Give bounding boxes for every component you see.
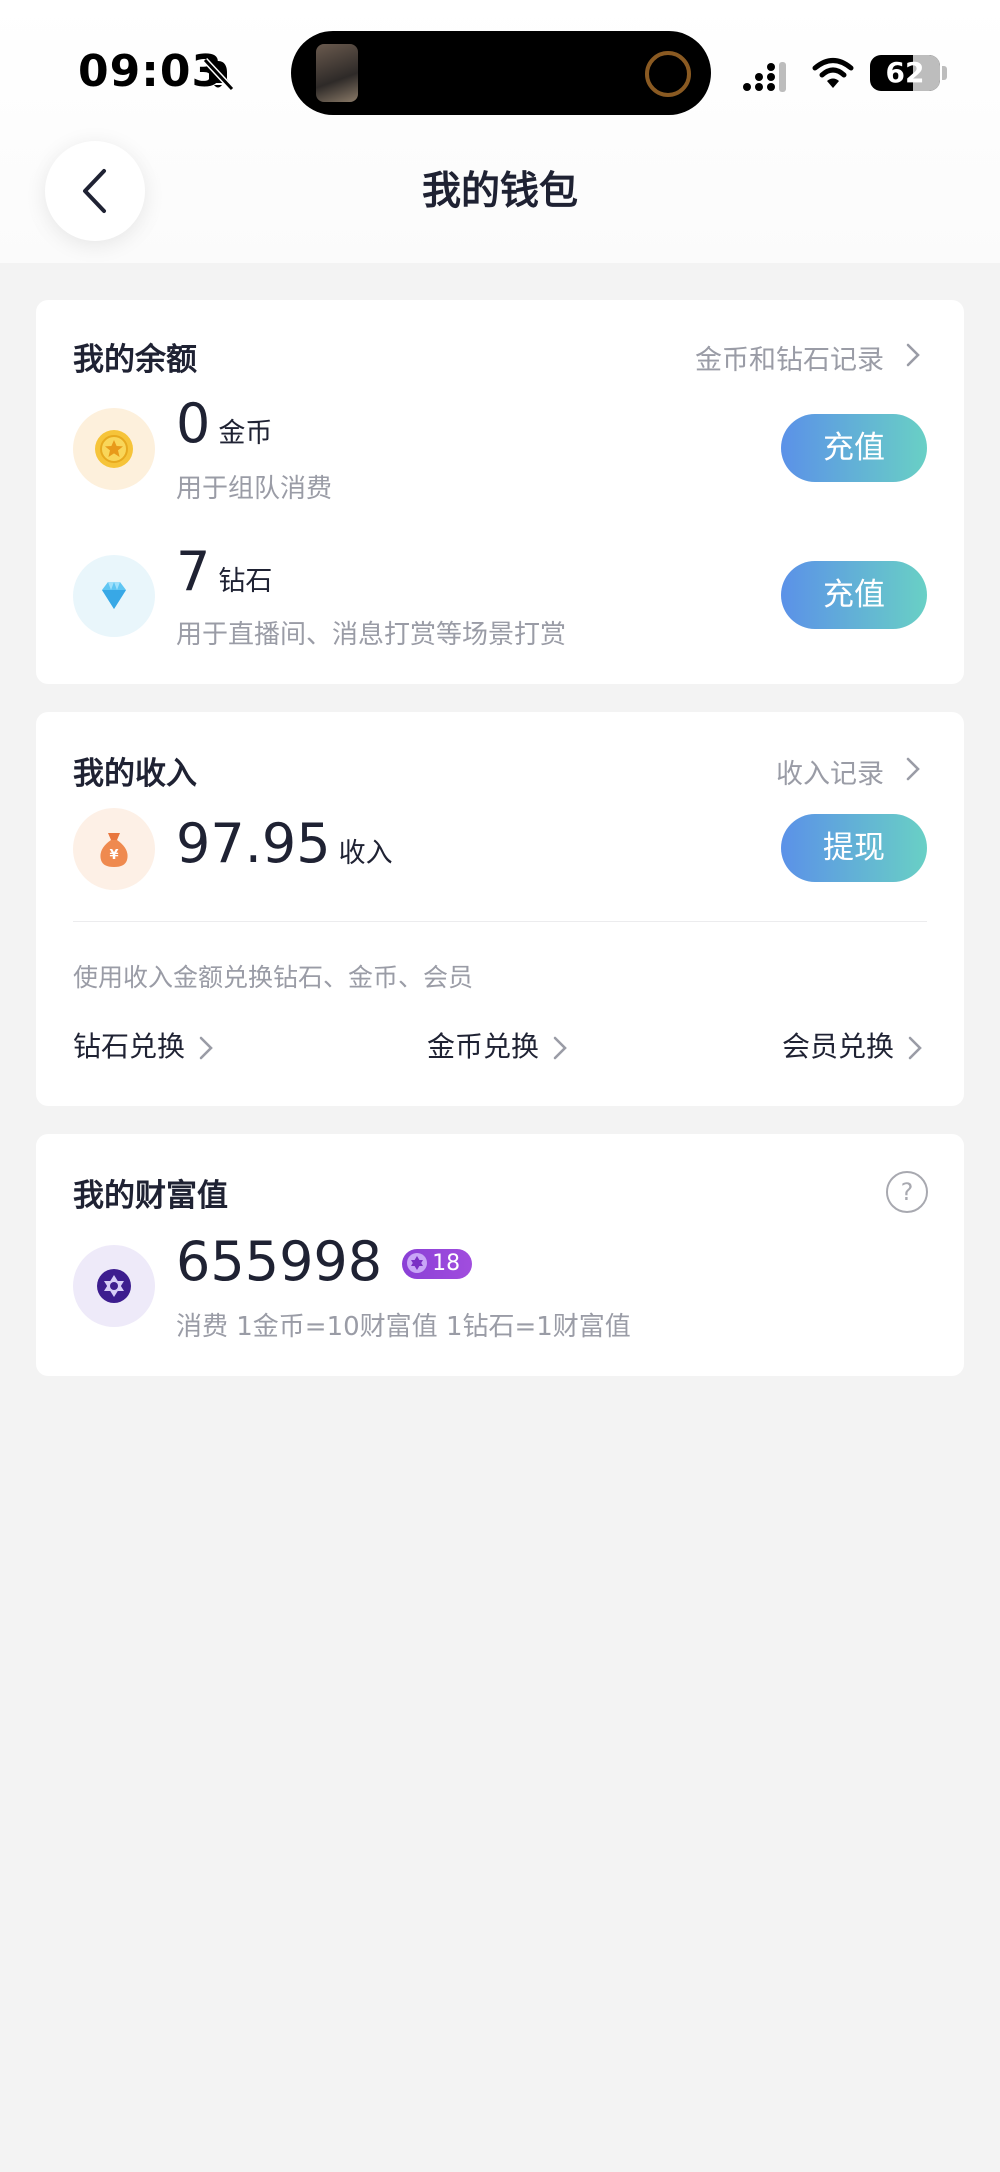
diamond-amount: 7 [176,540,211,603]
divider [73,921,927,922]
diamond-recharge-button[interactable]: 充值 [781,561,927,629]
gold-unit: 金币 [218,418,273,449]
level-star-icon [407,1253,428,1273]
svg-text:¥: ¥ [109,848,118,863]
wealth-card: 我的财富值 ? 655998 18 消费 1金币=10财富值 1钻石=1财富值 [36,1134,964,1376]
income-record-label: 收入记录 [776,759,884,790]
income-balance: 97.95 收入 [176,812,393,875]
gold-balance: 0 金币 [176,392,272,455]
exchange-vip-label: 会员兑换 [782,1030,895,1063]
exchange-hint: 使用收入金额兑换钻石、金币、会员 [73,963,474,992]
chevron-right-icon [553,1036,567,1060]
gold-recharge-button[interactable]: 充值 [781,414,927,482]
signal-icon [743,62,786,92]
diamond-icon [73,555,155,637]
chevron-right-icon [906,757,920,781]
battery-icon: 62 [870,55,940,91]
page-title: 我的钱包 [421,169,578,214]
bell-slash-icon [202,57,235,92]
wealth-description: 消费 1金币=10财富值 1钻石=1财富值 [176,1312,631,1342]
recording-ring-icon [645,51,691,97]
question-circle-icon[interactable]: ? [886,1171,928,1213]
income-card: 我的收入 收入记录 ¥ 97.95 收入 提现 使用收入金额兑换钻石、金币、会员 … [36,712,964,1106]
wealth-title: 我的财富值 [73,1178,228,1214]
wealth-level: 18 [432,1251,461,1276]
diamond-unit: 钻石 [218,566,273,597]
exchange-vip-link[interactable]: 会员兑换 [782,1025,922,1065]
balance-title: 我的余额 [73,342,197,378]
wealth-balance: 655998 18 [176,1230,473,1293]
media-thumbnail [316,44,358,102]
gold-amount: 0 [176,392,211,455]
top-bar: 09:03 62 我的钱包 [0,0,1000,263]
balance-card: 我的余额 金币和钻石记录 0 金币 用于组队消费 充值 7 钻石 用于直播间、消息打… [36,300,964,684]
wealth-amount: 655998 [176,1230,383,1293]
diamond-description: 用于直播间、消息打赏等场景打赏 [176,620,567,650]
gold-description: 用于组队消费 [176,474,333,504]
money-bag-icon: ¥ [73,808,155,890]
wifi-icon [812,58,854,88]
wealth-star-icon [73,1245,155,1327]
balance-record-label: 金币和钻石记录 [695,345,884,376]
gold-coin-icon [73,408,155,490]
wealth-level-badge: 18 [402,1249,473,1279]
income-title: 我的收入 [73,756,197,792]
battery-cap [942,66,947,80]
income-unit: 收入 [338,838,393,869]
chevron-right-icon [199,1036,213,1060]
exchange-gold-link[interactable]: 金币兑换 [427,1025,567,1065]
exchange-gold-label: 金币兑换 [427,1030,540,1063]
exchange-diamond-link[interactable]: 钻石兑换 [73,1025,213,1065]
chevron-right-icon [908,1036,922,1060]
income-amount: 97.95 [176,812,331,875]
chevron-right-icon [906,343,920,367]
withdraw-button[interactable]: 提现 [781,814,927,882]
diamond-balance: 7 钻石 [176,540,272,603]
exchange-diamond-label: 钻石兑换 [73,1030,186,1063]
battery-level: 62 [885,56,925,89]
dynamic-island[interactable] [291,31,711,115]
